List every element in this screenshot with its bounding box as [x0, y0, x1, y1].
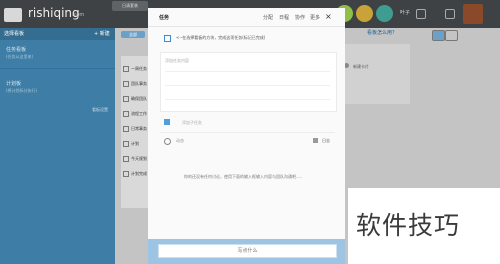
- activity-icon: [164, 138, 171, 145]
- checkbox-icon: [123, 81, 129, 87]
- checkbox-icon: [123, 111, 129, 117]
- checkbox-icon: [123, 156, 129, 162]
- empty-discussion-note: 你的还没有任何讨论，使用下面的输入框输入内容与团队沟通吧.....: [184, 174, 303, 179]
- logo-subtext: .com: [72, 12, 85, 18]
- board-settings-link[interactable]: 看板设置: [92, 107, 108, 113]
- sidebar-item-plan-board-sub: (将计划拆分执行): [6, 88, 38, 93]
- new-card-column[interactable]: 新建卡片: [340, 44, 410, 104]
- divider: [165, 85, 330, 86]
- close-icon[interactable]: ×: [325, 12, 332, 21]
- sidebar-header: 选择看板 + 新建: [0, 28, 115, 40]
- logo-icon[interactable]: [4, 8, 22, 22]
- top-tab[interactable]: 日清套装: [112, 1, 148, 11]
- checkbox-icon: [123, 141, 129, 147]
- add-subtask-row[interactable]: 添加子任务: [160, 116, 335, 130]
- sidebar-title: 选择看板: [4, 31, 25, 37]
- view-toggle-list[interactable]: [445, 30, 458, 41]
- list-item-label: 流程工作: [131, 111, 147, 116]
- filter-button[interactable]: 全部: [121, 31, 145, 38]
- subtask-placeholder: 添加子任务: [182, 120, 202, 125]
- more-link[interactable]: 更多: [310, 14, 320, 21]
- divider: [165, 99, 330, 100]
- list-item-label: 计划完成: [131, 171, 147, 176]
- list-item[interactable]: 计划: [123, 141, 139, 147]
- activity-label: 动态: [176, 138, 184, 143]
- checkbox-icon: [123, 96, 129, 102]
- checkbox-icon: [123, 126, 129, 132]
- divider: [160, 132, 335, 133]
- modal-title: 任务: [159, 15, 170, 21]
- app-teal-icon[interactable]: [376, 5, 393, 22]
- list-item[interactable]: 今天规划: [123, 156, 147, 162]
- log-icon[interactable]: [313, 138, 318, 143]
- sidebar: 选择看板 + 新建 任务看板 (任务从这里来) 计划板 (将计划拆分执行) 看板…: [0, 28, 115, 264]
- divider: [0, 68, 115, 69]
- settings-icon[interactable]: [445, 9, 455, 19]
- board-help-link[interactable]: 看板怎么用？: [367, 29, 397, 36]
- list-item-label: 确保团队: [131, 96, 147, 101]
- sidebar-item-task-board-sub: (任务从这里来): [6, 54, 34, 59]
- description-placeholder: 添加任务内容: [165, 58, 189, 63]
- user-name[interactable]: 叶子: [400, 9, 410, 16]
- app-gold-icon[interactable]: [356, 5, 373, 22]
- complete-checkbox[interactable]: [164, 35, 171, 42]
- notification-icon[interactable]: [416, 9, 426, 19]
- list-item[interactable]: 计划完成: [123, 171, 147, 177]
- avatar[interactable]: [463, 4, 483, 24]
- list-item-label: 一周任务: [131, 66, 147, 71]
- list-item-label: 团队事务: [131, 81, 147, 86]
- task-detail-modal: 任务 分配 日程 协作 更多 × <--在选择看板的方块，完成这项任务(标记已完…: [148, 8, 345, 264]
- watermark-text: 软件技巧: [356, 211, 461, 240]
- divider: [165, 71, 330, 72]
- list-item-label: 日常事务: [131, 126, 147, 131]
- plus-icon: [164, 119, 170, 125]
- checkbox-icon: [123, 66, 129, 72]
- assign-link[interactable]: 分配: [263, 14, 273, 21]
- sidebar-item-task-board[interactable]: 任务看板: [6, 46, 26, 53]
- new-card-label: 新建卡片: [353, 64, 369, 69]
- list-item-label: 计划: [131, 141, 139, 146]
- list-item-label: 今天规划: [131, 156, 147, 161]
- comment-footer: 写点什么: [148, 239, 345, 264]
- divider: [148, 26, 345, 27]
- task-title[interactable]: <--在选择看板的方块，完成这项任务(标记已完成): [176, 35, 265, 41]
- collaborate-link[interactable]: 协作: [295, 14, 305, 21]
- list-item[interactable]: 日常事务: [123, 126, 147, 132]
- new-board-button[interactable]: + 新建: [94, 30, 110, 37]
- checkbox-icon: [123, 171, 129, 177]
- sidebar-item-plan-board[interactable]: 计划板: [6, 80, 21, 87]
- list-item[interactable]: 流程工作: [123, 111, 147, 117]
- comment-input[interactable]: 写点什么: [158, 244, 337, 258]
- log-link[interactable]: 日志: [322, 138, 330, 144]
- schedule-link[interactable]: 日程: [279, 14, 289, 21]
- description-field[interactable]: 添加任务内容: [160, 52, 337, 112]
- list-item[interactable]: 确保团队: [123, 96, 147, 102]
- view-toggle-card[interactable]: [432, 30, 445, 41]
- list-item[interactable]: 团队事务: [123, 81, 147, 87]
- list-item[interactable]: 一周任务: [123, 66, 147, 72]
